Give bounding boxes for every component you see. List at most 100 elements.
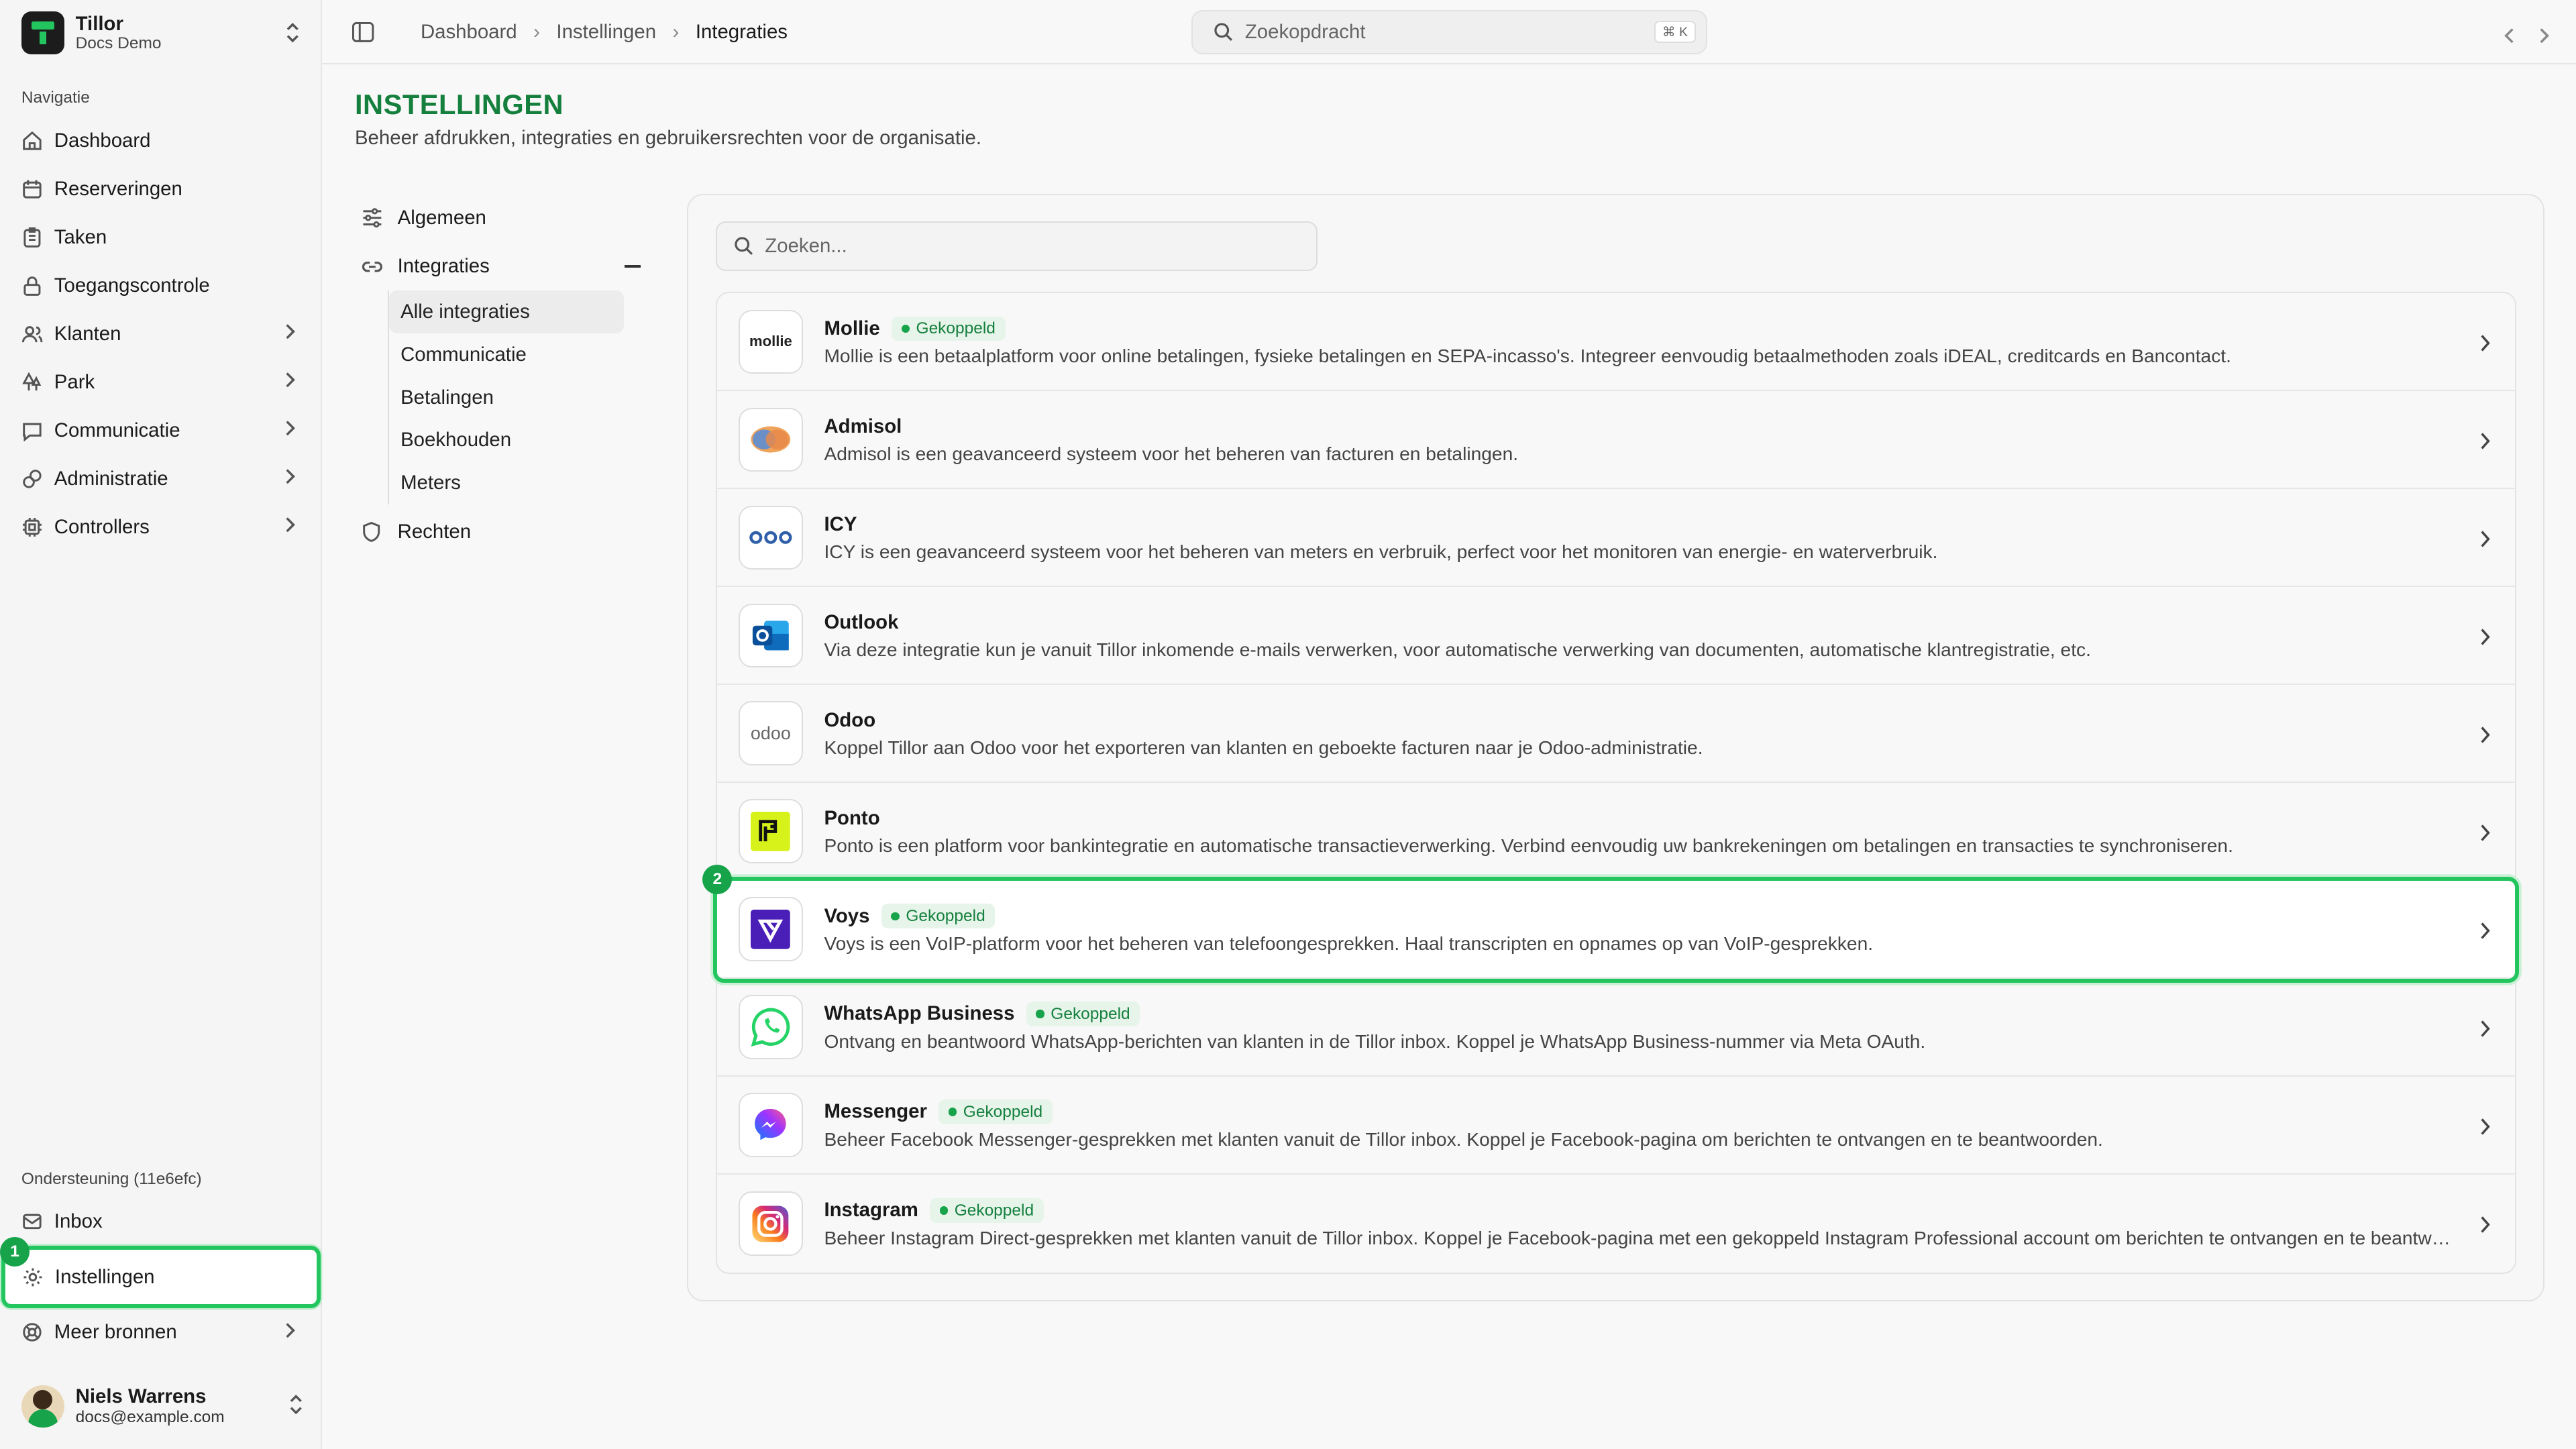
avatar [21, 1385, 64, 1428]
chevron-right-icon [2479, 1113, 2491, 1142]
integration-row-icy[interactable]: ICY ICY is een geavanceerd systeem voor … [717, 489, 2516, 588]
icy-logo [739, 505, 803, 570]
odoo-logo: odoo [739, 701, 803, 765]
nav-section-label: Navigatie [21, 89, 90, 107]
nav-label: Klanten [54, 322, 121, 345]
page-subtitle: Beheer afdrukken, integraties en gebruik… [354, 126, 982, 149]
integration-row-outlook[interactable]: Outlook Via deze integratie kun je vanui… [717, 587, 2516, 686]
status-badge: Gekoppeld [891, 316, 1006, 341]
nav-label: Meer bronnen [54, 1321, 177, 1344]
link-icon [362, 257, 384, 276]
settings-nav: Algemeen Integraties Alle integraties Co… [362, 194, 657, 556]
settings-nav-label: Rechten [397, 520, 472, 543]
forward-arrow-icon[interactable] [2538, 21, 2550, 51]
integration-name: Messenger [824, 1100, 927, 1123]
nav-item-administratie[interactable]: Administratie [10, 455, 309, 503]
breadcrumb-integraties: Integraties [695, 20, 788, 43]
user-menu[interactable]: Niels Warrens docs@example.com [21, 1380, 304, 1432]
voys-logo [739, 897, 803, 961]
integration-row-messenger[interactable]: Messenger Gekoppeld Beheer Facebook Messe… [717, 1077, 2516, 1175]
settings-nav-algemeen[interactable]: Algemeen [362, 194, 657, 242]
nav-label: Administratie [54, 467, 168, 490]
search-icon [734, 236, 753, 256]
integration-categories: Alle integraties Communicatie Betalingen… [387, 290, 657, 504]
nav-item-klanten[interactable]: Klanten [10, 310, 309, 358]
integration-description: Koppel Tillor aan Odoo voor het exporter… [824, 737, 1703, 758]
status-badge: Gekoppeld [881, 904, 996, 928]
chevrons-up-down-icon [288, 1391, 304, 1421]
calendar-icon [21, 178, 43, 200]
integration-search-placeholder: Zoeken... [765, 234, 847, 257]
integration-row-voys[interactable]: 2 Voys Gekoppeld Voys is een VoIP-platfor… [702, 864, 2520, 983]
integration-row-instagram[interactable]: Instagram Gekoppeld Beheer Instagram Dire… [717, 1175, 2515, 1273]
ponto-logo [739, 799, 803, 863]
chevron-right-icon [284, 468, 296, 490]
integration-description: Admisol is een geavanceerd systeem voor … [824, 443, 1519, 465]
nav-item-communicatie[interactable]: Communicatie [10, 407, 309, 455]
integration-search-input[interactable]: Zoeken... [716, 221, 1318, 271]
nav-item-instellingen[interactable]: Instellingen [1, 1246, 321, 1309]
mollie-logo-text: mollie [749, 333, 792, 350]
global-search[interactable]: Zoekopdracht ⌘ K [1191, 9, 1707, 54]
sidebar-toggle-icon[interactable] [352, 19, 374, 49]
users-icon [21, 323, 43, 345]
integration-description: Mollie is een betaalplatform voor online… [824, 345, 2231, 367]
integration-row-admisol[interactable]: Admisol Admisol is een geavanceerd syste… [717, 391, 2516, 490]
admisol-logo [739, 407, 803, 472]
nav-item-controllers[interactable]: Controllers [10, 503, 309, 551]
integration-row-mollie[interactable]: mollie Mollie Gekoppeld Mollie is een bet… [717, 293, 2516, 392]
collapse-icon[interactable] [624, 265, 641, 268]
nav-item-inbox[interactable]: Inbox [10, 1197, 309, 1246]
integration-name: Instagram [824, 1199, 918, 1222]
nav-item-toegangscontrole[interactable]: Toegangscontrole [10, 262, 309, 310]
breadcrumb-instellingen[interactable]: Instellingen [556, 21, 656, 44]
breadcrumb-dashboard[interactable]: Dashboard [421, 21, 517, 44]
integration-row-odoo[interactable]: odoo Odoo Koppel Tillor aan Odoo voor he… [717, 685, 2516, 784]
nav-item-meer-bronnen[interactable]: Meer bronnen [10, 1308, 309, 1356]
mollie-logo: mollie [739, 309, 803, 374]
category-communicatie[interactable]: Communicatie [389, 333, 624, 376]
nav-label: Taken [54, 225, 107, 248]
nav-item-taken[interactable]: Taken [10, 213, 309, 262]
chevron-right-icon [2479, 525, 2491, 555]
chip-icon [21, 517, 43, 538]
category-alle-integraties[interactable]: Alle integraties [388, 290, 625, 334]
back-arrow-icon[interactable] [2504, 21, 2515, 51]
status-badge: Gekoppeld [1026, 1002, 1140, 1026]
chevrons-up-down-icon [284, 23, 301, 43]
nav-item-reserveringen[interactable]: Reserveringen [10, 165, 309, 213]
settings-nav-rechten[interactable]: Rechten [362, 508, 657, 556]
chevron-right-icon [2479, 1015, 2491, 1044]
chevron-right-icon [2479, 329, 2491, 359]
settings-nav-integraties[interactable]: Integraties [362, 242, 657, 290]
settings-nav-label: Algemeen [397, 207, 486, 229]
integration-row-whatsapp[interactable]: WhatsApp Business Gekoppeld Ontvang en be… [717, 979, 2516, 1077]
org-switcher[interactable]: Tillor Docs Demo [21, 10, 301, 56]
shield-icon [362, 521, 384, 543]
integration-description: ICY is een geavanceerd systeem voor het … [824, 541, 1938, 563]
chevron-right-icon [284, 516, 296, 539]
search-icon [1214, 22, 1233, 42]
trees-icon [21, 372, 43, 393]
nav-label: Park [54, 370, 95, 393]
history-nav [2504, 21, 2550, 51]
status-badge: Gekoppeld [930, 1198, 1044, 1223]
category-betalingen[interactable]: Betalingen [389, 376, 624, 419]
nav-item-park[interactable]: Park [10, 358, 309, 407]
chevron-right-icon [2479, 721, 2491, 751]
support-section-label: Ondersteuning (11e6efc) [21, 1169, 202, 1188]
status-badge: Gekoppeld [938, 1099, 1053, 1124]
integration-row-ponto[interactable]: Ponto Ponto is een platform voor bankint… [717, 783, 2516, 881]
category-boekhouden[interactable]: Boekhouden [389, 419, 624, 462]
integration-name: Voys [824, 904, 870, 927]
home-icon [21, 130, 43, 152]
messenger-logo [739, 1093, 803, 1157]
nav-label: Toegangscontrole [54, 274, 210, 297]
user-name: Niels Warrens [75, 1385, 207, 1408]
category-meters[interactable]: Meters [389, 462, 624, 504]
lock-icon [21, 275, 43, 297]
nav-item-dashboard[interactable]: Dashboard [10, 117, 309, 165]
instagram-logo [739, 1191, 803, 1256]
chevron-right-icon [2479, 623, 2491, 653]
brand-subtitle: Docs Demo [75, 34, 162, 52]
